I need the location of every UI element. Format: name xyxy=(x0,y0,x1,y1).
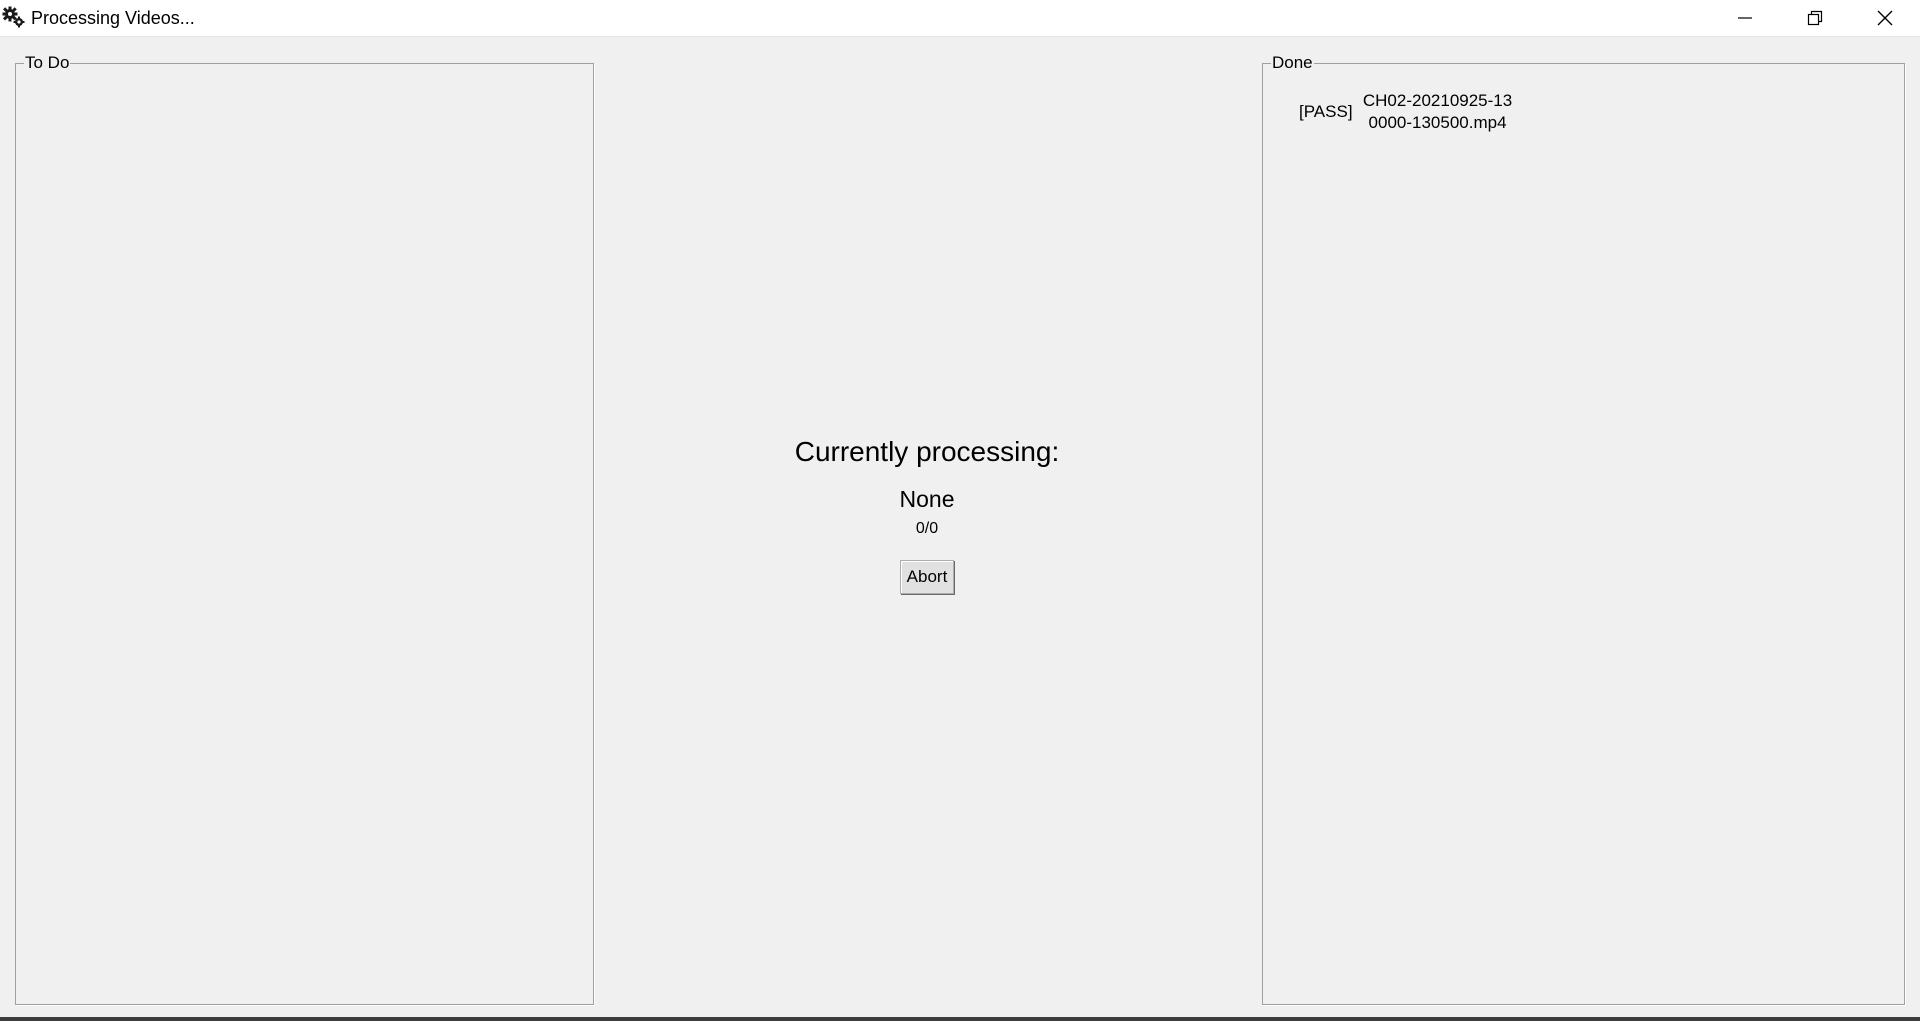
file-name: CH02-20210925-130000-130500.mp4 xyxy=(1362,91,1513,132)
list-item: [PASS] CH02-20210925-130000-130500.mp4 xyxy=(1299,90,1513,134)
progress-counter: 0/0 xyxy=(915,520,939,537)
minimize-icon xyxy=(1738,17,1752,19)
processing-panel: Currently processing: None 0/0 Abort xyxy=(727,432,1127,594)
close-button[interactable] xyxy=(1850,0,1920,36)
restore-icon xyxy=(1807,10,1823,26)
todo-label: To Do xyxy=(25,53,70,72)
title-bar: Processing Videos... xyxy=(0,0,1920,37)
restore-button[interactable] xyxy=(1780,0,1850,36)
processing-heading: Currently processing: xyxy=(794,436,1060,467)
window-title: Processing Videos... xyxy=(31,8,195,28)
bottom-edge xyxy=(0,1017,1920,1021)
abort-button[interactable]: Abort xyxy=(899,560,955,594)
minimize-button[interactable] xyxy=(1710,0,1780,36)
todo-list-group: To Do xyxy=(15,54,594,1005)
processing-window: Processing Videos... To Do Currently pro… xyxy=(0,0,1920,1021)
status-badge: [PASS] xyxy=(1299,102,1353,121)
current-file-label: None xyxy=(899,486,955,512)
gears-icon xyxy=(2,5,26,29)
close-icon xyxy=(1877,10,1893,26)
done-list-group: Done [PASS] CH02-20210925-130000-130500.… xyxy=(1262,54,1905,1005)
done-label: Done xyxy=(1272,53,1313,72)
